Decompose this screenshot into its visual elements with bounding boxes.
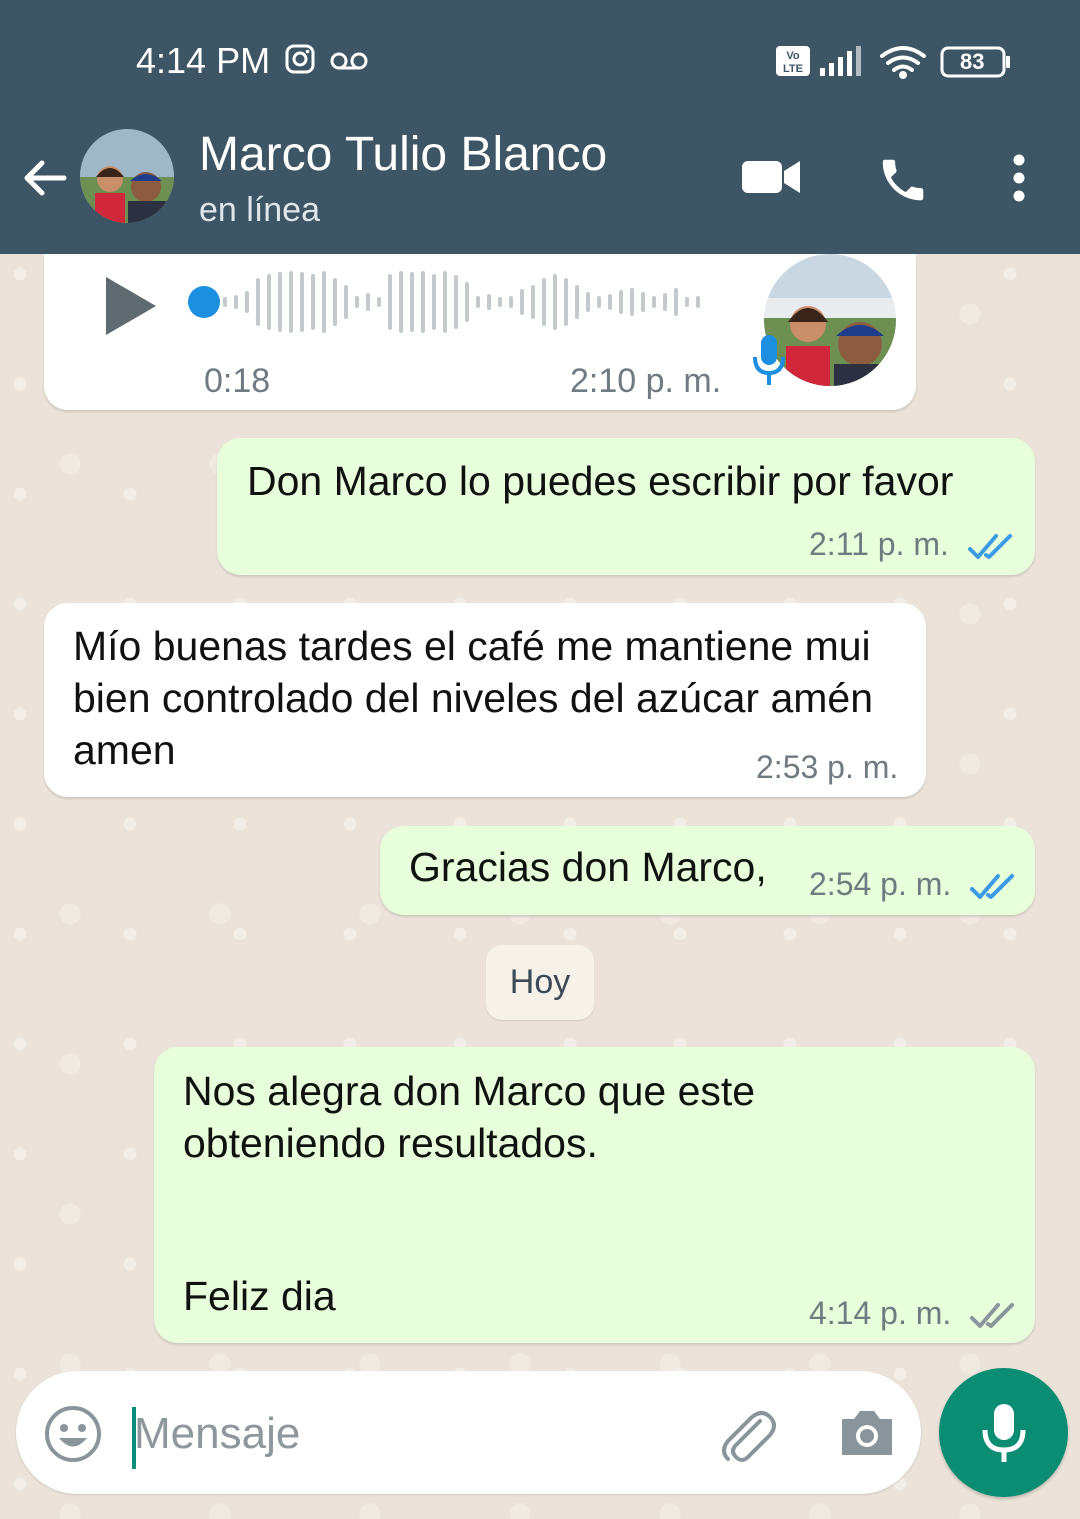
waveform-bar xyxy=(399,271,403,333)
message-time: 2:54 p. m. xyxy=(809,866,952,902)
waveform-bar xyxy=(674,288,678,316)
waveform-bar xyxy=(685,297,689,307)
message-text: Nos alegra don Marco que este obteniendo… xyxy=(183,1068,756,1166)
waveform-bar xyxy=(696,296,700,308)
battery-level: 83 xyxy=(960,49,985,74)
waveform-bar xyxy=(300,272,304,332)
waveform-bar xyxy=(432,274,436,330)
waveform-bar xyxy=(652,296,656,308)
instagram-voicemail-icons xyxy=(285,44,368,74)
waveform-bar xyxy=(630,288,634,316)
voice-record-button[interactable] xyxy=(939,1368,1068,1497)
outgoing-message[interactable]: Gracias don Marco, 2:54 p. m. xyxy=(380,826,1035,915)
waveform-bar xyxy=(344,285,348,319)
phone-icon[interactable] xyxy=(876,153,930,207)
waveform-bar xyxy=(487,294,491,310)
read-ticks-icon xyxy=(967,533,1012,559)
waveform-bar xyxy=(322,271,326,333)
waveform-bar xyxy=(586,292,590,312)
waveform-bar xyxy=(608,294,612,310)
waveform-bar xyxy=(663,293,667,311)
contact-avatar[interactable] xyxy=(80,129,174,223)
waveform-bar xyxy=(377,297,381,307)
status-bar: 4:14 PM Vo LTE 83 xyxy=(0,0,1080,115)
svg-text:Vo: Vo xyxy=(786,50,800,62)
waveform-bar xyxy=(619,290,623,314)
emoji-icon[interactable] xyxy=(44,1405,102,1463)
message-time: 2:11 p. m. xyxy=(809,526,949,562)
back-arrow-icon[interactable] xyxy=(20,153,70,203)
waveform-bar xyxy=(553,274,557,330)
incoming-message[interactable]: Mío buenas tardes el café me mantiene mu… xyxy=(44,603,926,797)
outgoing-message[interactable]: Don Marco lo puedes escribir por favor 2… xyxy=(217,438,1035,575)
wifi-icon xyxy=(880,46,926,79)
chat-header: Marco Tulio Blanco en línea xyxy=(0,115,1080,254)
waveform-bar xyxy=(454,275,458,329)
waveform-bar xyxy=(333,278,337,326)
message-input[interactable]: Mensaje xyxy=(134,1409,300,1459)
message-time: 2:10 p. m. xyxy=(570,362,722,400)
voice-duration: 0:18 xyxy=(204,362,271,400)
waveform-bar xyxy=(410,272,414,332)
status-left-icons xyxy=(285,44,375,83)
waveform-bar xyxy=(267,274,271,330)
waveform-bar xyxy=(234,295,238,309)
camera-icon[interactable] xyxy=(838,1407,896,1459)
message-time: 4:14 p. m. xyxy=(809,1295,952,1331)
waveform-bar xyxy=(278,272,282,332)
volte-icon: Vo LTE xyxy=(776,46,810,76)
signal-icon xyxy=(820,46,861,76)
waveform-bar xyxy=(443,271,447,333)
play-icon[interactable] xyxy=(104,275,158,337)
status-time: 4:14 PM xyxy=(136,40,271,81)
waveform-bar xyxy=(564,278,568,326)
day-divider: Hoy xyxy=(486,945,594,1020)
delivered-ticks-icon xyxy=(970,1302,1015,1328)
mic-icon xyxy=(753,335,785,385)
message-meta: 2:54 p. m. xyxy=(809,866,1016,903)
waveform-bar xyxy=(597,296,601,308)
outgoing-message[interactable]: Nos alegra don Marco que este obteniendo… xyxy=(154,1047,1035,1343)
waveform-bar xyxy=(289,271,293,333)
waveform-bar xyxy=(641,292,645,312)
waveform-bar xyxy=(575,285,579,319)
playhead-dot xyxy=(188,286,220,318)
waveform-bar xyxy=(245,291,249,313)
contact-name[interactable]: Marco Tulio Blanco xyxy=(199,127,607,182)
svg-text:LTE: LTE xyxy=(783,63,803,75)
message-text: Don Marco lo puedes escribir por favor xyxy=(247,458,954,504)
mic-icon xyxy=(982,1404,1026,1462)
waveform-bar xyxy=(476,296,480,308)
waveform-bar xyxy=(531,285,535,319)
video-call-icon[interactable] xyxy=(742,155,800,199)
waveform-bar xyxy=(256,278,260,326)
message-text: Gracias don Marco, xyxy=(409,844,767,890)
contact-status: en línea xyxy=(199,191,320,229)
waveform-bar xyxy=(388,274,392,330)
message-meta: 4:14 p. m. xyxy=(809,1295,1016,1332)
read-ticks-icon xyxy=(970,873,1015,899)
message-composer[interactable]: Mensaje xyxy=(16,1371,921,1494)
waveform-bar xyxy=(465,282,469,322)
waveform-bar xyxy=(355,296,359,308)
waveform-bar xyxy=(520,289,524,315)
waveform-bar xyxy=(311,274,315,330)
more-vert-icon[interactable] xyxy=(1008,153,1030,203)
waveform-bar xyxy=(223,297,227,307)
message-time: 2:53 p. m. xyxy=(756,749,899,785)
waveform-bar xyxy=(421,271,425,333)
audio-waveform[interactable] xyxy=(187,268,717,336)
waveform-bar xyxy=(542,278,546,326)
attach-icon[interactable] xyxy=(716,1405,778,1467)
waveform-bar xyxy=(366,293,370,311)
message-text-line2: Feliz dia xyxy=(183,1273,336,1319)
waveform-bar xyxy=(509,296,513,308)
waveform-bar xyxy=(498,297,502,307)
message-meta: 2:11 p. m. xyxy=(809,526,1014,563)
